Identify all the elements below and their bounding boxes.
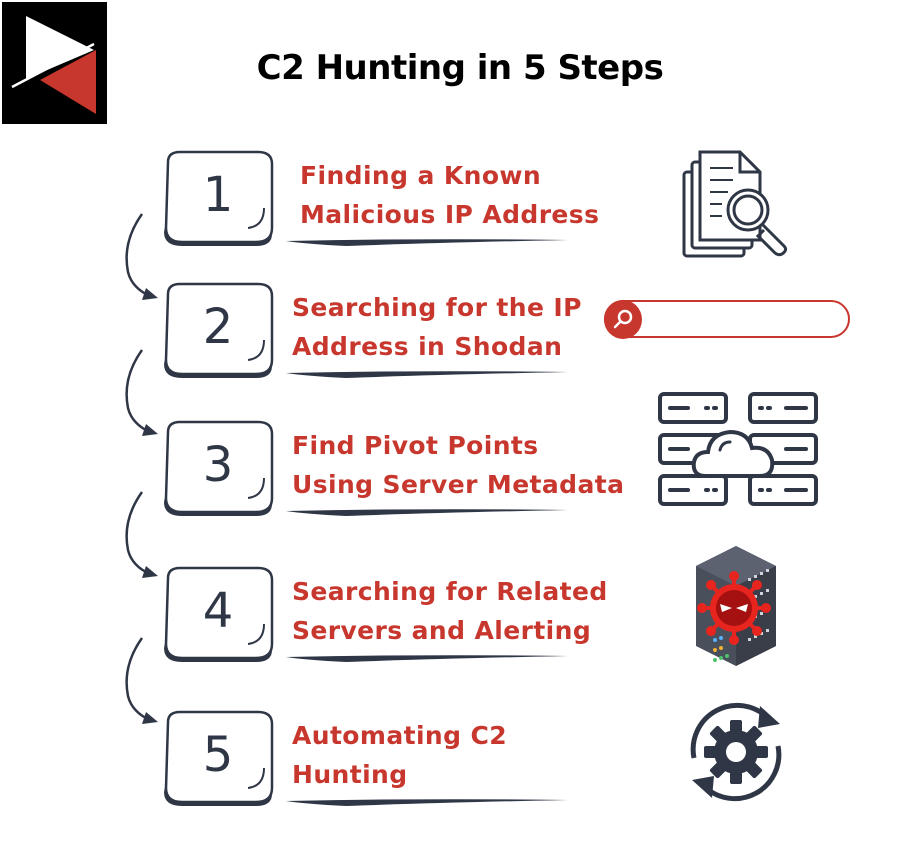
step-number: 2	[202, 299, 234, 355]
infected-server-icon	[690, 542, 782, 672]
search-icon	[613, 309, 633, 329]
step-label-line1: Searching for the IP	[292, 293, 582, 322]
step-number: 1	[202, 167, 234, 223]
step-label-line2: Malicious IP Address	[300, 200, 600, 229]
step-connector-arrow	[125, 491, 158, 578]
step-underline	[286, 799, 568, 806]
step-underline	[286, 655, 568, 662]
step-label: Searching for Related Servers and Alerti…	[292, 572, 608, 650]
step-connector-arrow	[125, 637, 158, 724]
step-label-line2: Hunting	[292, 760, 408, 789]
page-title: C2 Hunting in 5 Steps	[256, 48, 664, 88]
search-button[interactable]	[604, 300, 642, 339]
search-bar[interactable]	[604, 300, 850, 340]
step-label-line1: Automating C2	[292, 721, 508, 750]
step-5: 5 Automating C2 Hunting	[0, 702, 900, 830]
step-underline	[286, 239, 568, 246]
step-connector-arrow	[125, 349, 158, 436]
step-underline	[286, 509, 568, 516]
step-label-line1: Find Pivot Points	[292, 431, 539, 460]
gear-cycle-icon	[680, 696, 792, 812]
step-label: Automating C2 Hunting	[292, 716, 507, 794]
step-label-line2: Servers and Alerting	[292, 616, 592, 645]
step-connector-arrow	[125, 213, 158, 300]
step-label-line1: Searching for Related	[292, 577, 608, 606]
step-label: Finding a Known Malicious IP Address	[300, 156, 599, 234]
step-number: 4	[202, 583, 234, 639]
step-number: 3	[202, 437, 234, 493]
step-label-line2: Using Server Metadata	[292, 470, 625, 499]
document-search-icon	[678, 150, 798, 266]
step-underline	[286, 371, 568, 378]
step-label: Find Pivot Points Using Server Metadata	[292, 426, 624, 504]
step-label-line1: Finding a Known	[300, 161, 542, 190]
step-label: Searching for the IP Address in Shodan	[292, 288, 582, 366]
cloud-server-icon	[656, 390, 820, 512]
step-number: 5	[202, 727, 234, 783]
step-label-line2: Address in Shodan	[292, 332, 563, 361]
